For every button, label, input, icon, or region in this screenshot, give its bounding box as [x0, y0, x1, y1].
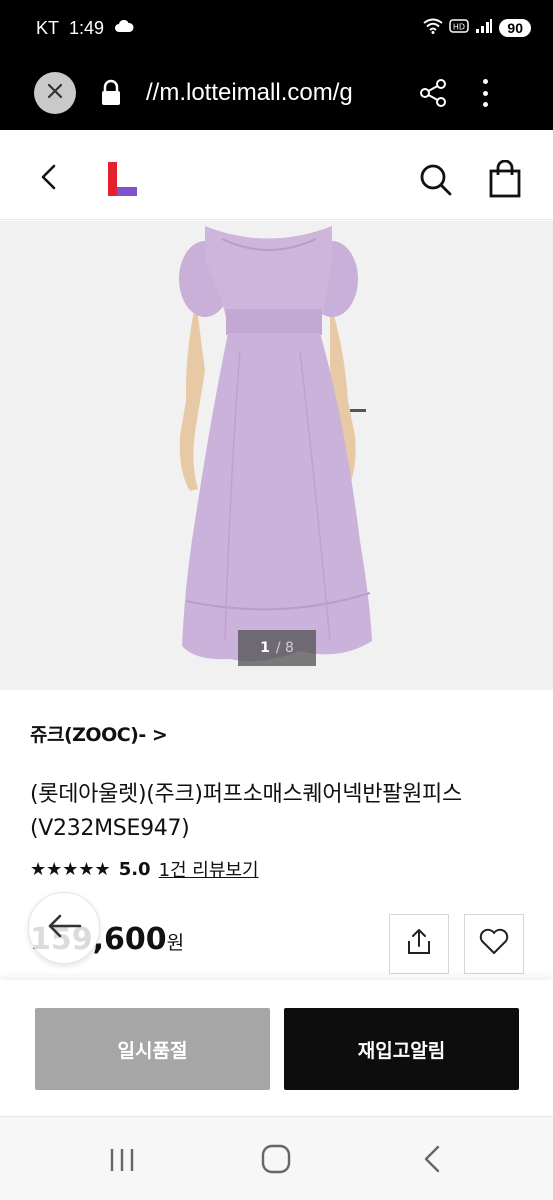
chevron-left-icon	[34, 164, 64, 196]
share-icon	[404, 927, 434, 961]
status-bar: KT 1:49 HD 90	[0, 0, 553, 56]
browser-url-bar: //m.lotteimall.com/g	[0, 56, 553, 130]
soldout-button[interactable]: 일시품절	[35, 1008, 270, 1090]
back-button[interactable]	[34, 162, 64, 192]
image-counter-total: / 8	[275, 640, 294, 656]
search-button[interactable]	[418, 162, 454, 198]
rating-score: 5.0	[118, 858, 151, 880]
signal-icon	[475, 18, 493, 38]
cart-button[interactable]	[487, 159, 523, 198]
floating-back-button[interactable]	[28, 892, 100, 964]
search-icon	[418, 164, 454, 202]
more-vertical-icon[interactable]	[478, 76, 492, 110]
system-nav-bar	[0, 1116, 553, 1200]
arrow-left-icon	[44, 911, 84, 945]
cloud-icon	[114, 18, 134, 39]
product-image[interactable]: 1 / 8	[0, 221, 553, 690]
back-icon[interactable]	[418, 1143, 448, 1175]
lock-icon	[100, 79, 122, 107]
home-icon[interactable]	[260, 1143, 292, 1175]
share-icon	[416, 79, 450, 114]
svg-text:HD: HD	[453, 23, 465, 32]
bottom-action-bar: 일시품절 재입고알림	[0, 980, 553, 1116]
lotte-logo[interactable]	[108, 162, 138, 200]
restock-alert-button[interactable]: 재입고알림	[284, 1008, 519, 1090]
wifi-icon	[423, 18, 444, 38]
product-title: (롯데아울렛)(주크)퍼프소매스퀘어넥반팔원피스(V232MSE947)	[30, 782, 462, 841]
image-counter-current: 1	[260, 640, 270, 656]
wishlist-button[interactable]	[464, 914, 524, 974]
close-icon	[45, 81, 65, 105]
share-product-button[interactable]	[389, 914, 449, 974]
hd-icon: HD	[449, 18, 470, 38]
shopping-bag-icon	[487, 159, 523, 202]
share-page-button[interactable]	[416, 76, 450, 110]
rating-stars: ★★★★★	[30, 858, 111, 880]
review-link[interactable]: 1건 리뷰보기	[159, 856, 259, 882]
heart-icon	[478, 927, 510, 961]
battery-indicator: 90	[499, 19, 531, 37]
clock: 1:49	[69, 17, 105, 38]
carrier-label: KT	[36, 17, 60, 38]
rating-row: ★★★★★ 5.0 1건 리뷰보기	[30, 856, 259, 882]
app-header	[0, 130, 553, 220]
close-tab-button[interactable]	[34, 72, 76, 114]
image-counter: 1 / 8	[238, 630, 316, 666]
url-text[interactable]: //m.lotteimall.com/g	[146, 79, 392, 107]
brand-link[interactable]: 쥬크(ZOOC)- >	[30, 720, 168, 747]
recents-icon[interactable]	[104, 1145, 140, 1175]
price-unit: 원	[166, 932, 185, 954]
dress-photo	[0, 221, 553, 690]
